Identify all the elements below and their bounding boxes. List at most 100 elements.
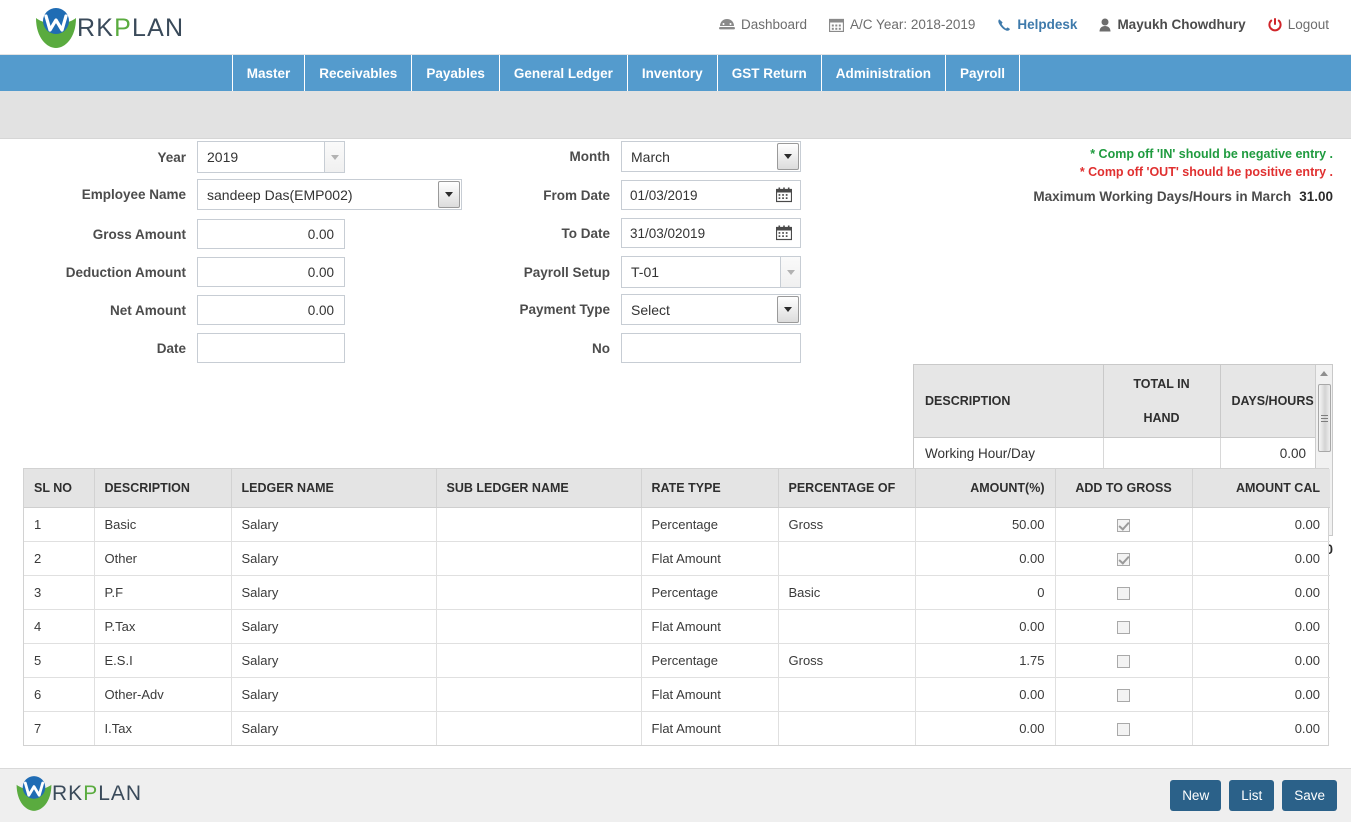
payroll-setup-select[interactable]: T-01 [621,256,801,288]
table-row[interactable]: 1 Basic Salary Percentage Gross 50.00 0.… [24,507,1330,543]
field-from-date: From Date 01/03/2019 [485,180,801,210]
power-icon [1268,17,1282,32]
to-date-value: 31/03/02019 [630,225,706,241]
user-icon [1099,18,1111,32]
year-select[interactable]: 2019 [197,141,345,173]
calendar-icon[interactable] [775,225,793,241]
table-row[interactable]: 2 Other Salary Flat Amount 0.00 0.00 [24,541,1330,577]
grid-cell-amount-cal: 0.00 [1192,677,1330,713]
nav-item-gst-return[interactable]: GST Return [718,55,822,91]
new-button[interactable]: New [1170,780,1222,811]
maximum-working-days: Maximum Working Days/Hours in March 31.00 [1033,189,1333,204]
nav-item-general-ledger[interactable]: General Ledger [500,55,628,91]
grid-cell-add-to-gross[interactable] [1055,677,1193,713]
month-select[interactable]: March [621,141,801,172]
add-to-gross-checkbox[interactable] [1117,621,1130,635]
grid-cell-amount-cal: 0.00 [1192,541,1330,577]
grid-cell-percentage-of [778,609,916,645]
add-to-gross-checkbox[interactable] [1117,553,1130,567]
from-date-input[interactable]: 01/03/2019 [621,180,801,210]
list-button[interactable]: List [1229,780,1275,811]
table-header-row: DESCRIPTION TOTAL IN HAND DAYS/HOURS [914,365,1317,438]
header-link-user[interactable]: Mayukh Chowdhury [1099,17,1246,32]
header-link-label: Mayukh Chowdhury [1117,17,1246,32]
grid-cell-rate-type: Percentage [641,575,779,611]
grid-header-amount-pct: AMOUNT(%) [915,469,1056,508]
nav-item-inventory[interactable]: Inventory [628,55,718,91]
grid-header-ledger-name: LEDGER NAME [231,469,437,508]
date-input[interactable] [197,333,345,363]
grid-cell-ledger-name: Salary [231,609,437,645]
field-label-date: Date [156,340,186,356]
phone-icon [997,18,1011,32]
add-to-gross-checkbox[interactable] [1117,655,1130,669]
grid-cell-add-to-gross[interactable] [1055,541,1193,577]
nav-item-payroll[interactable]: Payroll [946,55,1020,91]
payment-type-select[interactable]: Select [621,294,801,325]
add-to-gross-checkbox[interactable] [1117,587,1130,601]
field-to-date: To Date 31/03/02019 [485,218,801,248]
chevron-down-icon[interactable] [780,257,800,287]
table-row[interactable]: 7 I.Tax Salary Flat Amount 0.00 0.00 [24,711,1330,746]
grid-cell-percentage-of [778,541,916,577]
nav-item-payables[interactable]: Payables [412,55,500,91]
summary-cell-days-hours: 0.00 [1220,437,1317,471]
field-net-amount: Net Amount 0.00 [60,295,345,325]
gross-amount-input[interactable]: 0.00 [197,219,345,249]
grid-cell-add-to-gross[interactable] [1055,643,1193,679]
grid-cell-add-to-gross[interactable] [1055,575,1193,611]
grid-cell-ledger-name: Salary [231,541,437,577]
nav-item-receivables[interactable]: Receivables [305,55,413,91]
chevron-down-icon[interactable] [777,143,799,170]
grid-header-amount-cal: AMOUNT CAL [1192,469,1330,508]
chevron-down-icon[interactable] [438,181,460,208]
header-link-helpdesk[interactable]: Helpdesk [997,17,1077,32]
grid-cell-sl-no: 2 [24,541,95,577]
grid-cell-add-to-gross[interactable] [1055,711,1193,746]
save-button[interactable]: Save [1282,780,1337,811]
add-to-gross-checkbox[interactable] [1117,689,1130,703]
grid-cell-rate-type: Flat Amount [641,711,779,746]
add-to-gross-checkbox[interactable] [1117,519,1130,533]
table-row[interactable]: 6 Other-Adv Salary Flat Amount 0.00 0.00 [24,677,1330,713]
employee-name-select[interactable]: sandeep Das(EMP002) [197,179,462,210]
grid-cell-add-to-gross[interactable] [1055,609,1193,645]
grid-cell-add-to-gross[interactable] [1055,507,1193,543]
app-logo[interactable]: RKPLAN [33,8,184,48]
workplan-logo-icon [33,8,79,48]
dashboard-icon [719,18,735,31]
header-link-logout[interactable]: Logout [1268,17,1329,32]
net-amount-input[interactable]: 0.00 [197,295,345,325]
grid-cell-description: E.S.I [94,643,232,679]
grid-cell-sub-ledger-name [436,541,642,577]
field-label-net-amount: Net Amount [110,302,186,318]
chevron-down-icon[interactable] [777,296,799,323]
scrollbar-thumb[interactable] [1318,384,1331,452]
grid-cell-sl-no: 4 [24,609,95,645]
table-row[interactable]: 3 P.F Salary Percentage Basic 0 0.00 [24,575,1330,611]
top-header: RKPLAN Dashboard A/C Year: 2018-2019 Hel… [0,0,1351,55]
grid-cell-ledger-name: Salary [231,575,437,611]
no-input[interactable] [621,333,801,363]
page-toolbar-strip [0,91,1351,139]
deduction-amount-input[interactable]: 0.00 [197,257,345,287]
add-to-gross-checkbox[interactable] [1117,723,1130,737]
nav-item-master[interactable]: Master [231,55,306,91]
employee-name-value: sandeep Das(EMP002) [207,186,353,203]
scroll-up-icon[interactable] [1316,365,1332,382]
summary-cell-description: Working Hour/Day [914,437,1104,471]
table-row[interactable]: 4 P.Tax Salary Flat Amount 0.00 0.00 [24,609,1330,645]
header-link-dashboard[interactable]: Dashboard [719,17,807,32]
calendar-icon[interactable] [775,187,793,203]
maximum-working-days-value: 31.00 [1299,189,1333,204]
grid-header-percentage-of: PERCENTAGE OF [778,469,916,508]
footer-logo: RKPLAN [14,776,142,811]
field-label-payroll-setup: Payroll Setup [523,264,610,280]
header-link-ac-year[interactable]: A/C Year: 2018-2019 [829,17,975,32]
to-date-input[interactable]: 31/03/02019 [621,218,801,248]
grid-header-add-to-gross: ADD TO GROSS [1055,469,1193,508]
chevron-down-icon[interactable] [324,142,344,172]
nav-item-administration[interactable]: Administration [822,55,946,91]
table-row[interactable]: 5 E.S.I Salary Percentage Gross 1.75 0.0… [24,643,1330,679]
field-label-year: Year [157,149,186,165]
